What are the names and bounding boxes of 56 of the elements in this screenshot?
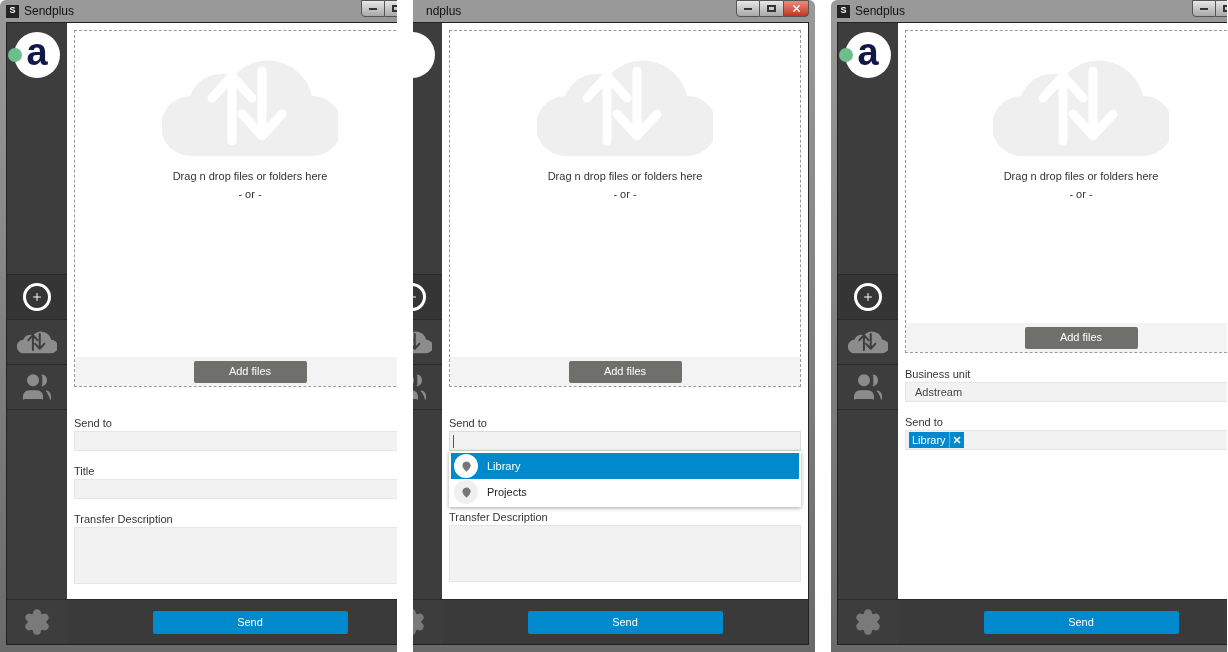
drop-zone[interactable]: Drag n drop files or folders here - or - Add files [449,30,801,387]
minimize-button[interactable] [1192,0,1216,17]
logo: a [8,32,60,78]
add-icon [23,283,51,311]
maximize-button[interactable] [760,0,783,17]
add-files-button[interactable]: Add files [1024,326,1138,349]
field-label: Business unit [905,367,972,382]
window-title: Sendplus [855,3,906,20]
field-label: Transfer Description [449,510,549,525]
field-label: Transfer Description [74,512,174,527]
text-cursor [453,434,454,448]
close-button[interactable] [783,0,809,17]
sidebar-item[interactable] [7,275,67,320]
drop-zone[interactable]: Drag n drop files or folders here - or - Add files [905,30,1227,353]
drop-zone-or: - or - [613,186,637,202]
location-pin-icon [454,454,478,478]
field-label: Send to [449,416,488,431]
window-title: ndplus [426,3,462,20]
remove-icon [951,435,962,445]
drop-zone-hint: Drag n drop files or folders here [547,169,703,184]
input-field[interactable]: Adstream [905,382,1227,402]
add-icon [854,283,882,311]
minimize-button[interactable] [736,0,760,17]
field-label: Send to [905,415,944,430]
close-icon [790,3,802,14]
settings-icon[interactable] [854,608,882,636]
send-button[interactable]: Send [983,610,1179,634]
cloud-transfer-icon [848,330,888,354]
drop-zone-hint: Drag n drop files or folders here [1003,169,1159,184]
input-field[interactable] [74,431,397,451]
logo: a [839,32,891,78]
users-icon [21,371,53,403]
users-icon [852,371,884,403]
suggestion-item[interactable]: Library [451,453,799,479]
location-pin-icon [454,480,478,504]
window-title: Sendplus [24,3,75,20]
drop-zone-or: - or - [238,186,262,202]
field-label: Title [74,464,96,479]
description-field[interactable] [74,527,397,584]
drop-zone-hint: Drag n drop files or folders here [172,169,328,184]
send-button[interactable]: Send [152,610,348,634]
input-field[interactable] [74,479,397,499]
add-files-button[interactable]: Add files [568,360,682,383]
app-icon: S [837,4,850,18]
minimize-button[interactable] [361,0,385,17]
add-files-button[interactable]: Add files [193,360,307,383]
settings-icon[interactable] [23,608,51,636]
send-button[interactable]: Send [527,610,723,634]
app-icon: S [6,4,19,18]
drop-zone-or: - or - [1069,186,1093,202]
sidebar-item[interactable] [838,275,898,320]
field-label: Send to [74,416,113,431]
recipient-field[interactable]: Library [905,430,1227,450]
input-field[interactable] [449,431,801,451]
description-field[interactable] [449,525,801,582]
cloud-transfer-icon [17,330,57,354]
